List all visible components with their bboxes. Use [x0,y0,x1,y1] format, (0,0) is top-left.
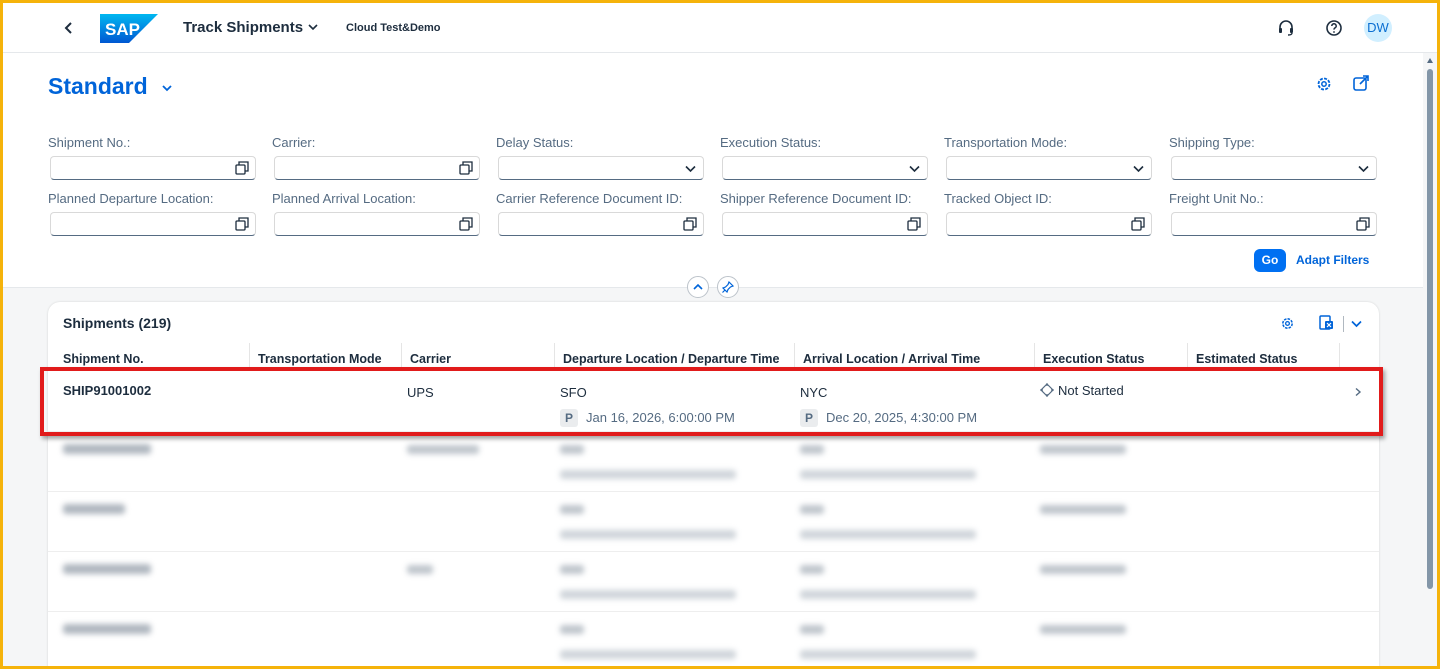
filter-label-shipper-reference-document-id: Shipper Reference Document ID: [720,191,912,206]
app-menu-chevron-icon[interactable] [306,20,320,34]
headset-support-icon[interactable] [1275,17,1297,39]
export-to-spreadsheet-icon[interactable] [1317,314,1335,332]
sap-logo[interactable]: SAP [100,14,158,43]
departure-time-text: Jan 16, 2026, 6:00:00 PM [586,410,735,425]
filter-label-freight-unit-no: Freight Unit No.: [1169,191,1264,206]
filter-label-carrier: Carrier: [272,135,316,150]
filter-label-transportation-mode: Transportation Mode: [944,135,1068,150]
delay-status-select[interactable] [498,156,704,180]
pin-icon [722,281,734,293]
help-icon[interactable] [1323,17,1345,39]
value-help-icon[interactable] [1131,217,1145,231]
variant-title[interactable]: Standard [48,73,148,100]
filter-label-carrier-reference-document-id: Carrier Reference Document ID: [496,191,683,206]
column-header-estimated-status[interactable]: Estimated Status [1187,343,1339,371]
filter-label-tracked-object-id: Tracked Object ID: [944,191,1052,206]
dropdown-chevron-icon[interactable] [684,162,697,175]
go-button[interactable]: Go [1254,249,1286,272]
variant-chevron-icon[interactable] [160,81,174,95]
filter-label-shipment-no: Shipment No.: [48,135,131,150]
planned-departure-location-input[interactable] [50,212,256,236]
table-row[interactable] [48,552,1379,612]
dropdown-chevron-icon[interactable] [908,162,921,175]
planned-tag: P [560,409,578,427]
dropdown-chevron-icon[interactable] [1132,162,1145,175]
adapt-filters-link[interactable]: Adapt Filters [1296,253,1369,267]
chevron-up-icon [693,283,703,290]
back-arrow-icon[interactable] [59,18,79,38]
table-row[interactable]: SHIP91001002 UPS SFO P Jan 16, 2026, 6:00… [48,372,1379,432]
column-header-execution-status[interactable]: Execution Status [1034,343,1187,371]
export-menu-chevron-icon[interactable] [1350,317,1363,330]
filter-label-delay-status: Delay Status: [496,135,574,150]
column-header-arrival[interactable]: Arrival Location / Arrival Time [794,343,1034,371]
planned-tag: P [800,409,818,427]
shipping-type-select[interactable] [1171,156,1377,180]
carrier-reference-document-id-input[interactable] [498,212,704,236]
user-avatar[interactable]: DW [1364,14,1392,42]
filter-label-planned-departure-location: Planned Departure Location: [48,191,214,206]
column-header-navigation [1339,343,1379,371]
table-row[interactable] [48,432,1379,492]
shipper-reference-document-id-input[interactable] [722,212,928,236]
column-header-departure[interactable]: Departure Location / Departure Time [554,343,794,371]
filter-label-execution-status: Execution Status: [720,135,822,150]
settings-gear-icon[interactable] [1314,74,1334,94]
shipments-table-card: Shipments (219) Shipment No. Transportat… [48,302,1379,666]
table-row[interactable] [48,612,1379,666]
filter-label-planned-arrival-location: Planned Arrival Location: [272,191,416,206]
value-help-icon[interactable] [907,217,921,231]
value-help-icon[interactable] [235,217,249,231]
dropdown-chevron-icon[interactable] [1357,162,1370,175]
shell-bar: SAP Track Shipments Cloud Test&Demo DW [3,3,1437,53]
app-window: SAP Track Shipments Cloud Test&Demo DW S… [3,3,1437,666]
carrier-cell: UPS [407,385,434,400]
execution-status-cell: Not Started [1040,383,1124,398]
arrival-time-cell: P Dec 20, 2025, 4:30:00 PM [800,409,977,427]
toolbar-separator [1343,316,1344,332]
pin-header-button[interactable] [717,276,739,298]
filter-bar: Standard Shipment No.: Carrier: Delay St… [3,53,1423,288]
not-started-status-icon [1040,383,1054,397]
arrival-location-cell: NYC [800,385,828,400]
shipment-no-input[interactable] [50,156,256,180]
departure-location-cell: SFO [560,385,587,400]
vertical-scrollbar-thumb[interactable] [1427,69,1433,589]
freight-unit-no-input[interactable] [1171,212,1377,236]
sap-logo-text: SAP [105,20,140,39]
column-header-carrier[interactable]: Carrier [401,343,554,371]
system-name: Cloud Test&Demo [346,22,441,34]
value-help-icon[interactable] [459,161,473,175]
table-header-row: Shipment No. Transportation Mode Carrier… [48,343,1379,371]
departure-time-cell: P Jan 16, 2026, 6:00:00 PM [560,409,735,427]
column-header-shipment-no[interactable]: Shipment No. [55,343,249,371]
execution-status-text: Not Started [1058,383,1124,398]
arrival-time-text: Dec 20, 2025, 4:30:00 PM [826,410,978,425]
tracked-object-id-input[interactable] [946,212,1152,236]
filter-label-shipping-type: Shipping Type: [1169,135,1255,150]
shipment-no-cell[interactable]: SHIP91001002 [63,383,151,398]
app-title[interactable]: Track Shipments [183,19,303,36]
execution-status-select[interactable] [722,156,928,180]
value-help-icon[interactable] [683,217,697,231]
transportation-mode-select[interactable] [946,156,1152,180]
table-title: Shipments (219) [63,315,172,331]
value-help-icon[interactable] [1356,217,1370,231]
planned-arrival-location-input[interactable] [274,212,480,236]
collapse-header-button[interactable] [687,276,709,298]
row-navigation-chevron-icon[interactable] [1353,387,1363,397]
share-icon[interactable] [1351,73,1371,93]
table-row[interactable] [48,492,1379,552]
table-settings-gear-icon[interactable] [1279,315,1296,332]
column-header-transportation-mode[interactable]: Transportation Mode [249,343,401,371]
scroll-up-arrow-icon[interactable] [1426,57,1434,65]
value-help-icon[interactable] [459,217,473,231]
carrier-input[interactable] [274,156,480,180]
value-help-icon[interactable] [235,161,249,175]
